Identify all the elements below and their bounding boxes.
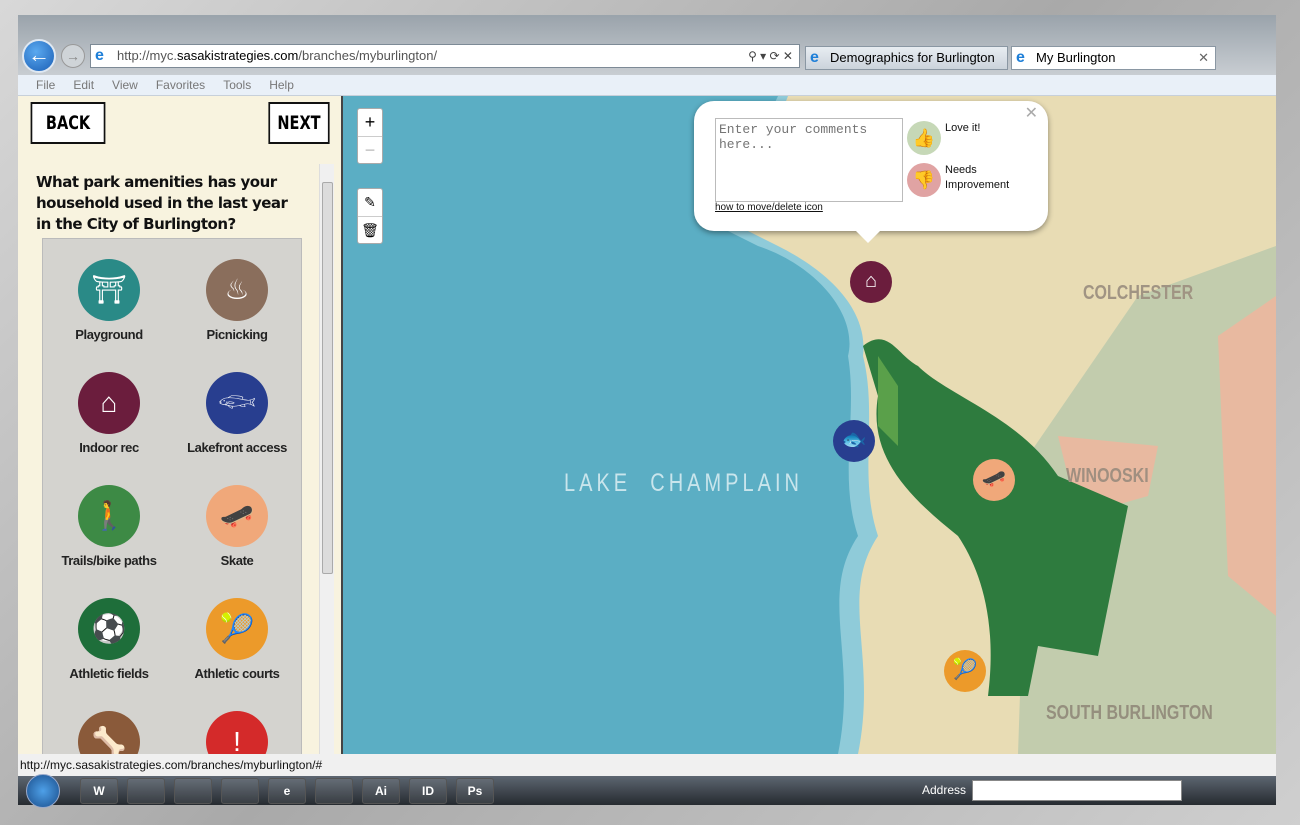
taskbar-app-6[interactable]: Ai: [362, 778, 400, 804]
address-label: Address: [922, 783, 967, 797]
amenity-playground[interactable]: ⛩ Playground: [47, 259, 171, 342]
zoom-control: + −: [357, 108, 383, 164]
grill-icon[interactable]: ♨: [206, 259, 268, 321]
taskbar: We Ai ID Ps Address: [18, 774, 1276, 808]
amenity-label: Lakefront access: [187, 440, 287, 455]
menu-help[interactable]: Help: [269, 75, 294, 95]
amenity-label: Athletic fields: [69, 666, 149, 681]
winooski-label: WINOOSKI: [1066, 465, 1149, 487]
amenity-item[interactable]: !: [175, 711, 299, 754]
soccer-ball-icon[interactable]: ⚽: [78, 598, 140, 660]
start-button[interactable]: [26, 774, 60, 808]
amenity-trails-bike-paths[interactable]: 🚶 Trails/bike paths: [47, 485, 171, 568]
scrollbar[interactable]: [319, 164, 334, 754]
thumbs-down-icon[interactable]: 👎: [907, 163, 941, 197]
comment-popup: ✕ how to move/delete icon 👍 Love it! 👎 N…: [694, 101, 1048, 243]
amenity-label: Athletic courts: [194, 666, 280, 681]
page-content: LAKE CHAMPLAIN COLCHESTER WINOOSKI SOUTH…: [18, 96, 1276, 754]
south-burlington-label: SOUTH BURLINGTON: [1046, 702, 1213, 724]
athletic-courts-map-pin[interactable]: 🎾: [944, 650, 986, 692]
thumbs-up-icon[interactable]: 👍: [907, 121, 941, 155]
amenity-label: Indoor rec: [79, 440, 139, 455]
indoor-rec-icon[interactable]: ⌂: [78, 372, 140, 434]
browser-window: ← → e http://myc.sasakistrategies.com/bra…: [18, 15, 1276, 808]
skateboard-icon[interactable]: 🛹: [206, 485, 268, 547]
amenity-label: Skate: [220, 553, 254, 568]
fish-icon[interactable]: 𓆟: [206, 372, 268, 434]
close-icon[interactable]: ✕: [1025, 103, 1038, 123]
hiker-icon[interactable]: 🚶: [78, 485, 140, 547]
browser-chrome: ← → e http://myc.sasakistrategies.com/bra…: [18, 15, 1276, 87]
amenity-athletic-fields[interactable]: ⚽ Athletic fields: [47, 598, 171, 681]
menu-bar: File Edit View Favorites Tools Help: [18, 75, 1276, 96]
zoom-in-button[interactable]: +: [358, 109, 382, 136]
alert-icon[interactable]: !: [206, 711, 268, 754]
survey-panel: BACK NEXT What park amenities has your h…: [18, 96, 343, 754]
ie-icon: e: [95, 47, 104, 64]
search-refresh-close-icons[interactable]: ⚲ ▾ ⟳ ✕: [748, 45, 793, 67]
bone-icon[interactable]: 🦴: [78, 711, 140, 754]
zoom-out-button[interactable]: −: [358, 136, 382, 163]
taskbar-address-input[interactable]: [972, 780, 1182, 801]
trash-icon[interactable]: 🗑: [358, 216, 382, 243]
lakefront-map-pin[interactable]: 🐟: [833, 420, 875, 462]
needs-improvement-label[interactable]: Needs Improvement: [945, 163, 1025, 193]
back-nav-button[interactable]: BACK: [30, 102, 106, 144]
url-prefix: http://myc.: [117, 48, 177, 63]
menu-edit[interactable]: Edit: [73, 75, 94, 95]
amenity-picnicking[interactable]: ♨ Picnicking: [175, 259, 299, 342]
menu-tools[interactable]: Tools: [223, 75, 251, 95]
tab-my-burlington[interactable]: e My Burlington ✕: [1011, 46, 1216, 70]
taskbar-app-2[interactable]: [174, 778, 212, 804]
tab-demographics[interactable]: eDemographics for Burlington -...: [805, 46, 1008, 87]
menu-favorites[interactable]: Favorites: [156, 75, 205, 95]
swing-icon[interactable]: ⛩: [78, 259, 140, 321]
amenity-label: Trails/bike paths: [61, 553, 157, 568]
taskbar-app-3[interactable]: [221, 778, 259, 804]
menu-view[interactable]: View: [112, 75, 138, 95]
colchester-label: COLCHESTER: [1083, 282, 1194, 304]
indoor-rec-map-pin[interactable]: ⌂: [850, 261, 892, 303]
forward-button[interactable]: →: [61, 44, 85, 68]
scrollbar-thumb[interactable]: [322, 182, 333, 574]
next-button[interactable]: NEXT: [268, 102, 330, 144]
ie-icon: e: [1016, 49, 1025, 66]
amenity-label: Playground: [75, 327, 143, 342]
amenity-skate[interactable]: 🛹 Skate: [175, 485, 299, 568]
url-domain: sasakistrategies.com: [176, 48, 299, 63]
taskbar-app-0[interactable]: W: [80, 778, 118, 804]
skate-map-pin[interactable]: 🛹: [973, 459, 1015, 501]
amenity-item[interactable]: 🦴: [47, 711, 171, 754]
love-it-label[interactable]: Love it!: [945, 121, 980, 136]
address-bar[interactable]: e http://myc.sasakistrategies.com/branche…: [90, 44, 800, 68]
edit-icon[interactable]: ✎: [358, 189, 382, 216]
lake-champlain-label: LAKE CHAMPLAIN: [564, 469, 803, 497]
url-path: /branches/myburlington/: [298, 48, 438, 63]
taskbar-app-8[interactable]: Ps: [456, 778, 494, 804]
taskbar-app-7[interactable]: ID: [409, 778, 447, 804]
tab-label: My Burlington: [1036, 50, 1116, 65]
how-to-link[interactable]: how to move/delete icon: [715, 202, 823, 213]
close-tab-icon[interactable]: ✕: [1198, 47, 1209, 69]
status-bar: http://myc.sasakistrategies.com/branches…: [18, 754, 1276, 776]
amenity-label: Picnicking: [206, 327, 268, 342]
ie-icon: e: [810, 49, 819, 66]
edit-control: ✎ 🗑: [357, 188, 383, 244]
taskbar-app-5[interactable]: [315, 778, 353, 804]
taskbar-app-1[interactable]: [127, 778, 165, 804]
menu-file[interactable]: File: [36, 75, 55, 95]
amenity-athletic-courts[interactable]: 🎾 Athletic courts: [175, 598, 299, 681]
comment-input[interactable]: [715, 118, 903, 202]
back-button[interactable]: ←: [22, 39, 56, 73]
amenity-grid: ⛩ Playground ♨ Picnicking ⌂ Indoor rec 𓆟 Lakefr…: [42, 238, 302, 754]
amenity-lakefront-access[interactable]: 𓆟 Lakefront access: [175, 372, 299, 455]
tennis-racket-icon[interactable]: 🎾: [206, 598, 268, 660]
question-text: What park amenities has your household u…: [36, 173, 288, 233]
taskbar-app-4[interactable]: e: [268, 778, 306, 804]
amenity-indoor-rec[interactable]: ⌂ Indoor rec: [47, 372, 171, 455]
